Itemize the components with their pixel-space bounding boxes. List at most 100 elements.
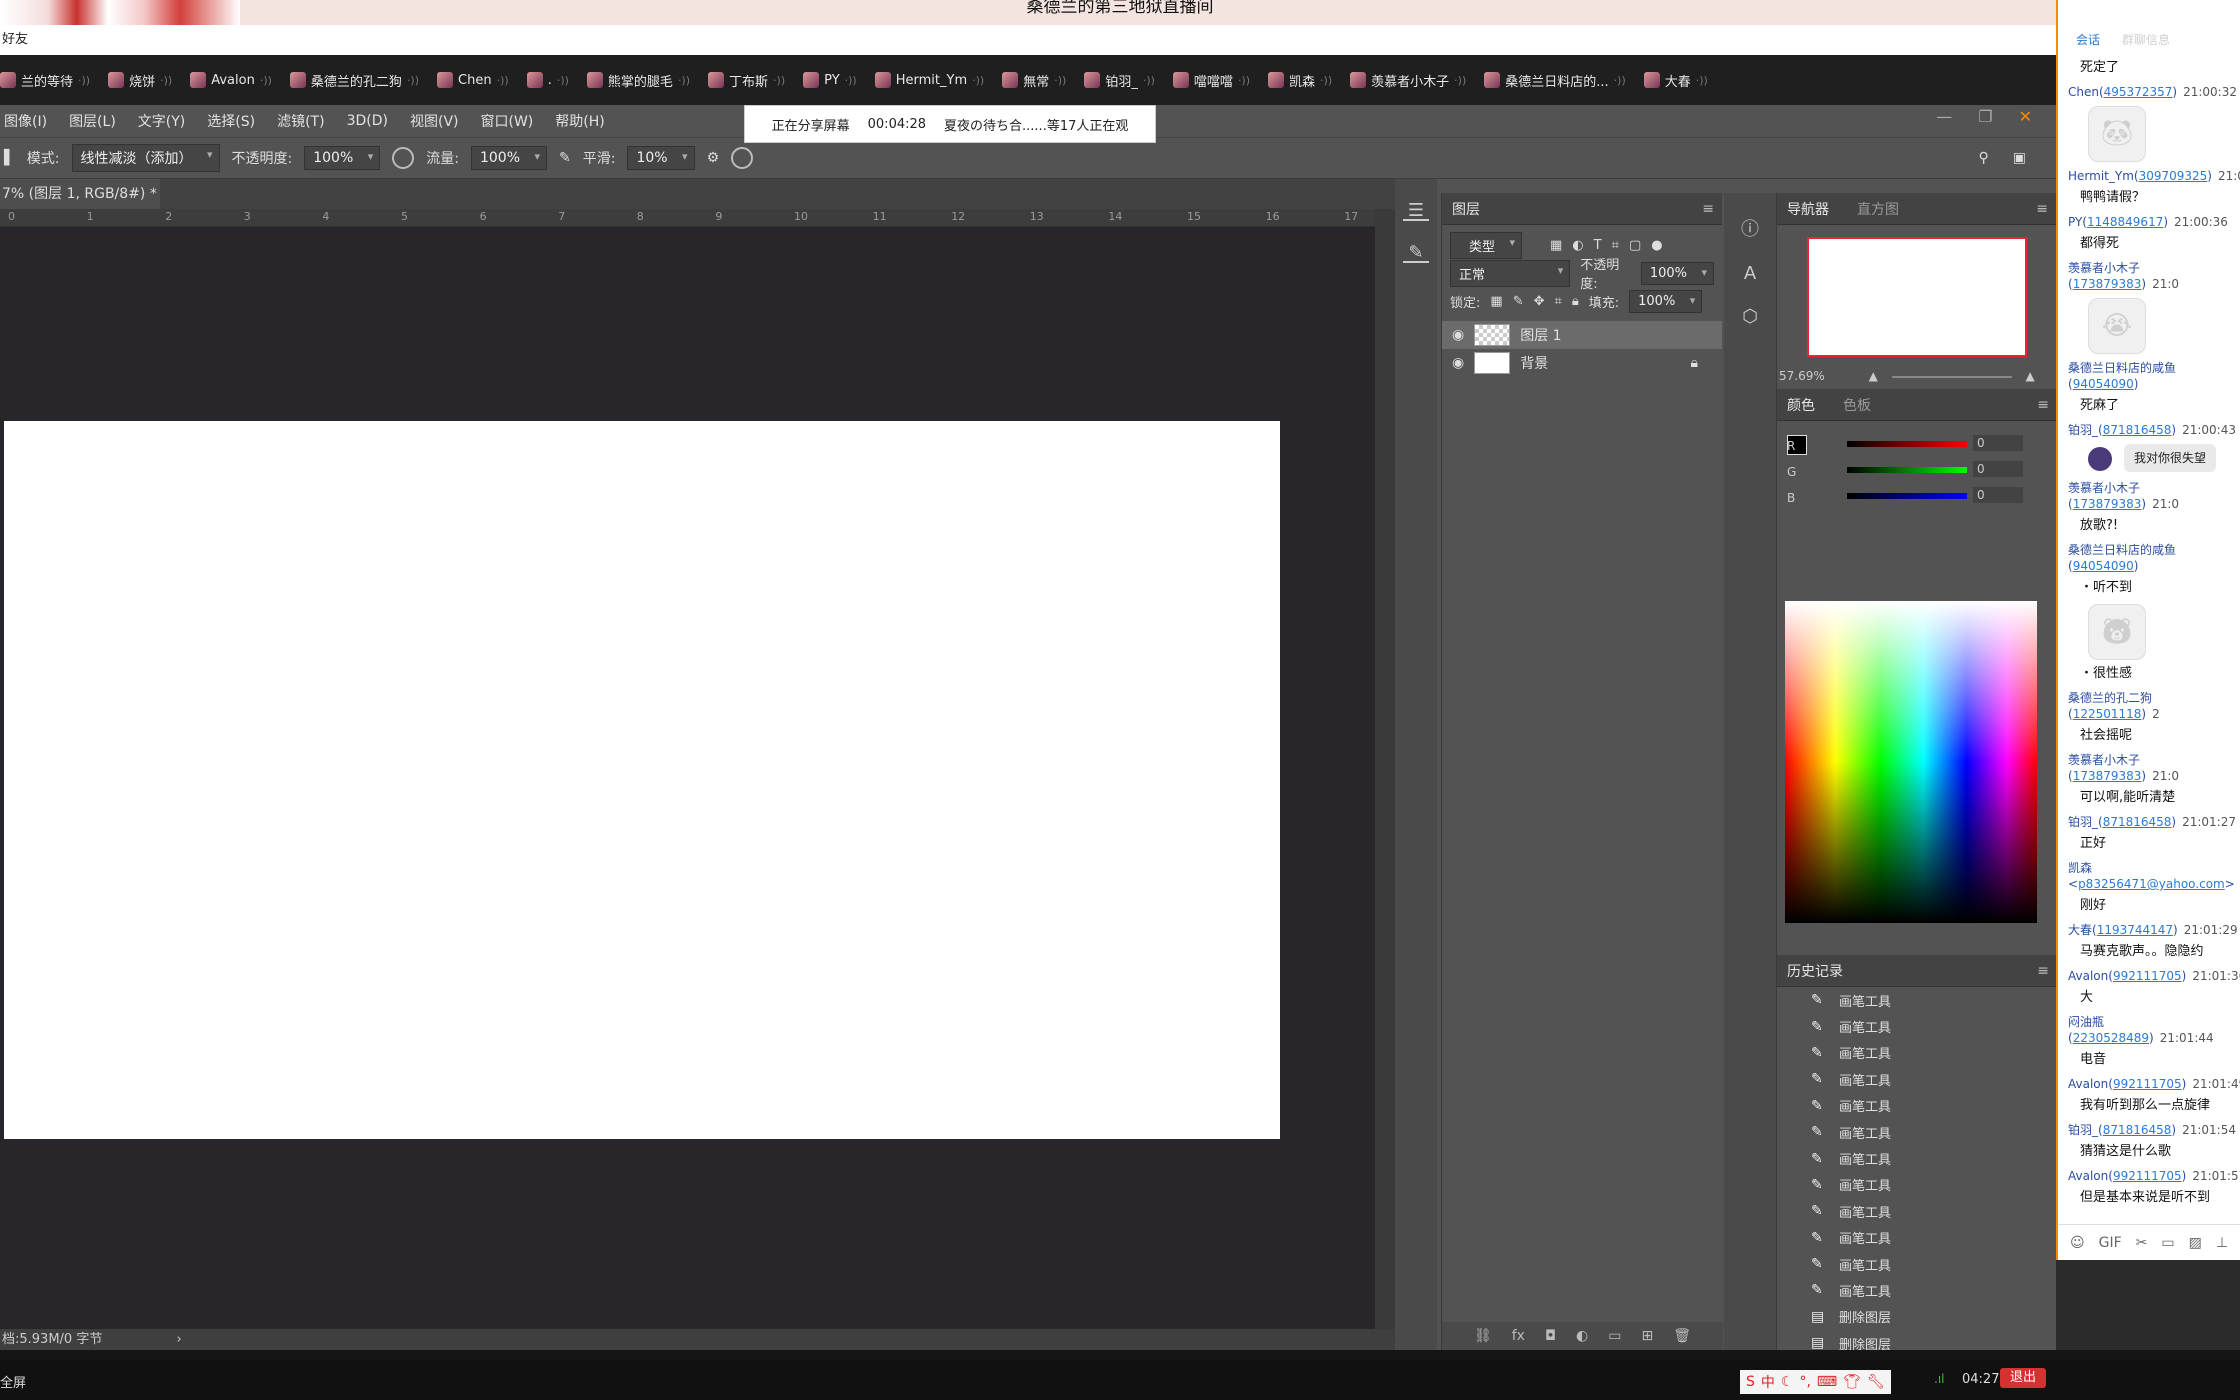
zoom-value[interactable]: 57.69% xyxy=(1779,369,1825,383)
sticker-image[interactable]: 🐻︎ xyxy=(2088,604,2146,660)
document-canvas[interactable] xyxy=(4,421,1280,1139)
menu-item[interactable]: 帮助(H) xyxy=(555,111,604,131)
filter-adjust-icon[interactable]: ◐ xyxy=(1572,238,1583,253)
sender-id-link[interactable]: 992111705 xyxy=(2113,1077,2182,1091)
menu-item[interactable]: 视图(V) xyxy=(410,111,459,131)
red-value[interactable]: 0 xyxy=(1973,435,2023,451)
member-item[interactable]: 羡慕者小木子 ·)) xyxy=(1350,71,1466,90)
close-icon[interactable]: ✕ xyxy=(2019,107,2032,126)
keyboard-icon[interactable]: ⌨ xyxy=(1817,1374,1837,1390)
sender-name[interactable]: 铂羽_( xyxy=(2068,1123,2103,1137)
panel-menu-icon[interactable]: ≡ xyxy=(2036,201,2048,217)
3d-cube-icon[interactable]: ⬡ xyxy=(1724,306,1776,327)
fill-select[interactable]: 100% xyxy=(1629,289,1703,313)
sender-id-link[interactable]: 173879383 xyxy=(2073,277,2142,291)
tab-conversation[interactable]: 会话 xyxy=(2076,31,2100,48)
history-item[interactable]: ✎ 画笔工具 xyxy=(1777,1040,2057,1066)
properties-icon[interactable]: ☰ xyxy=(1403,201,1429,221)
sticker-image[interactable]: 🐼︎ xyxy=(2088,106,2146,162)
share-viewers[interactable]: 夏夜の待ち合......等17人正在观 xyxy=(944,115,1128,134)
search-icon[interactable]: ⚲ xyxy=(1979,150,1989,166)
history-item[interactable]: ✎ 画笔工具 xyxy=(1777,1172,2057,1198)
sender-id-link[interactable]: 309709325 xyxy=(2139,169,2208,183)
filter-toggle-icon[interactable]: ● xyxy=(1651,238,1662,253)
layer-kind-select[interactable]: 类型 xyxy=(1450,231,1523,259)
emoji-icon[interactable]: ☺ xyxy=(2070,1235,2085,1251)
zoom-out-icon[interactable]: ▲ xyxy=(1869,369,1878,383)
image-icon[interactable]: ▨ xyxy=(2189,1235,2202,1251)
menu-item[interactable]: 图像(I) xyxy=(4,111,47,131)
sender-name[interactable]: PY( xyxy=(2068,215,2087,229)
member-item[interactable]: Avalon ·)) xyxy=(190,72,272,88)
member-item[interactable]: Hermit_Ym ·)) xyxy=(874,72,984,88)
tab-group-info[interactable]: 群聊信息 xyxy=(2122,31,2170,48)
sender-name[interactable]: 铂羽_( xyxy=(2068,815,2103,829)
sender-id-link[interactable]: 122501118 xyxy=(2073,707,2142,721)
zoom-in-icon[interactable]: ▲ xyxy=(2025,369,2034,383)
scissors-icon[interactable]: ✂ xyxy=(2136,1235,2148,1251)
history-item[interactable]: ✎ 画笔工具 xyxy=(1777,1198,2057,1224)
member-item[interactable]: Chen ·)) xyxy=(437,72,509,88)
sender-name[interactable]: 铂羽_( xyxy=(2068,423,2103,437)
panel-menu-icon[interactable]: ≡ xyxy=(2037,397,2049,413)
vertical-scrollbar[interactable] xyxy=(1375,209,1395,1329)
lock-all-icon[interactable]: 🔒︎ xyxy=(1572,294,1579,309)
zh-mode-icon[interactable]: 中 xyxy=(1761,1372,1775,1392)
sender-name[interactable]: Chen( xyxy=(2068,85,2104,99)
layer-item[interactable]: ◉ 背景 🔒︎ xyxy=(1442,349,1722,377)
sender-id-link[interactable]: 173879383 xyxy=(2073,769,2142,783)
gif-icon[interactable]: GIF xyxy=(2099,1235,2122,1251)
menu-item[interactable]: 选择(S) xyxy=(207,111,255,131)
navigator-tab[interactable]: 导航器 xyxy=(1787,199,1829,219)
sender-name[interactable]: Hermit_Ym( xyxy=(2068,169,2139,183)
fx-icon[interactable]: fx xyxy=(1512,1328,1525,1344)
member-item[interactable]: 噹噹噹 ·)) xyxy=(1172,71,1250,90)
pressure-opacity-icon[interactable] xyxy=(392,147,415,169)
brush-settings-icon[interactable]: ✎ xyxy=(1403,243,1429,263)
history-item[interactable]: ✎ 画笔工具 xyxy=(1777,1013,2057,1039)
menu-item[interactable]: 窗口(W) xyxy=(481,111,534,131)
pressure-size-icon[interactable] xyxy=(731,147,754,169)
layer-opacity-select[interactable]: 100% xyxy=(1640,261,1714,285)
blue-slider[interactable] xyxy=(1847,493,1967,499)
member-item[interactable]: 大春 ·)) xyxy=(1643,71,1708,90)
info-icon[interactable]: ⓘ xyxy=(1724,215,1776,241)
history-item[interactable]: ✎ 画笔工具 xyxy=(1777,1251,2057,1277)
green-slider[interactable] xyxy=(1847,467,1967,473)
visibility-eye-icon[interactable]: ◉ xyxy=(1452,355,1464,371)
punct-icon[interactable]: °, xyxy=(1799,1374,1810,1390)
sender-id-link[interactable]: 992111705 xyxy=(2113,969,2182,983)
history-item[interactable]: ✎ 画笔工具 xyxy=(1777,1277,2057,1303)
color-spectrum[interactable] xyxy=(1785,601,2037,923)
wrench-icon[interactable]: 🔧︎ xyxy=(1867,1374,1885,1390)
character-icon[interactable]: A xyxy=(1724,263,1776,284)
sender-id-link[interactable]: 173879383 xyxy=(2073,497,2142,511)
sender-name[interactable]: Avalon( xyxy=(2068,1077,2113,1091)
visibility-eye-icon[interactable]: ◉ xyxy=(1452,327,1464,343)
trash-icon[interactable]: 🗑︎ xyxy=(1673,1328,1691,1344)
menu-item[interactable]: 图层(L) xyxy=(69,111,116,131)
navigator-preview[interactable] xyxy=(1807,237,2027,357)
document-tab[interactable]: 7% (图层 1, RGB/8#) * × xyxy=(0,179,160,232)
shirt-icon[interactable]: 👕︎ xyxy=(1843,1374,1861,1390)
filter-smart-icon[interactable]: ▢ xyxy=(1629,238,1641,253)
canvas-area[interactable] xyxy=(0,227,1375,1329)
member-item[interactable]: 烧饼 ·)) xyxy=(108,71,172,90)
blend-mode-select[interactable]: 正常 xyxy=(1450,259,1571,287)
lock-position-icon[interactable]: ✥ xyxy=(1534,294,1545,309)
menu-item[interactable]: 滤镜(T) xyxy=(277,111,324,131)
sender-id-link[interactable]: 992111705 xyxy=(2113,1169,2182,1183)
member-item[interactable]: 兰的等待 ·)) xyxy=(0,71,90,90)
member-item[interactable]: 無常 ·)) xyxy=(1002,71,1066,90)
minimize-icon[interactable]: — xyxy=(1936,107,1952,126)
zoom-slider[interactable] xyxy=(1891,375,2012,378)
filter-type-icon[interactable]: T xyxy=(1594,238,1602,253)
sender-id-link[interactable]: 871816458 xyxy=(2103,423,2172,437)
adjustment-icon[interactable]: ◐ xyxy=(1576,1328,1588,1344)
exit-button[interactable]: 退出 xyxy=(2000,1368,2046,1388)
group-folder-icon[interactable]: ▭ xyxy=(1608,1328,1621,1344)
sender-id-link[interactable]: 1193744147 xyxy=(2097,923,2173,937)
member-item[interactable]: 桑德兰的孔二狗 ·)) xyxy=(289,71,419,90)
member-item[interactable]: 桑德兰日料店的... ·)) xyxy=(1484,71,1626,90)
history-item[interactable]: ✎ 画笔工具 xyxy=(1777,987,2057,1013)
